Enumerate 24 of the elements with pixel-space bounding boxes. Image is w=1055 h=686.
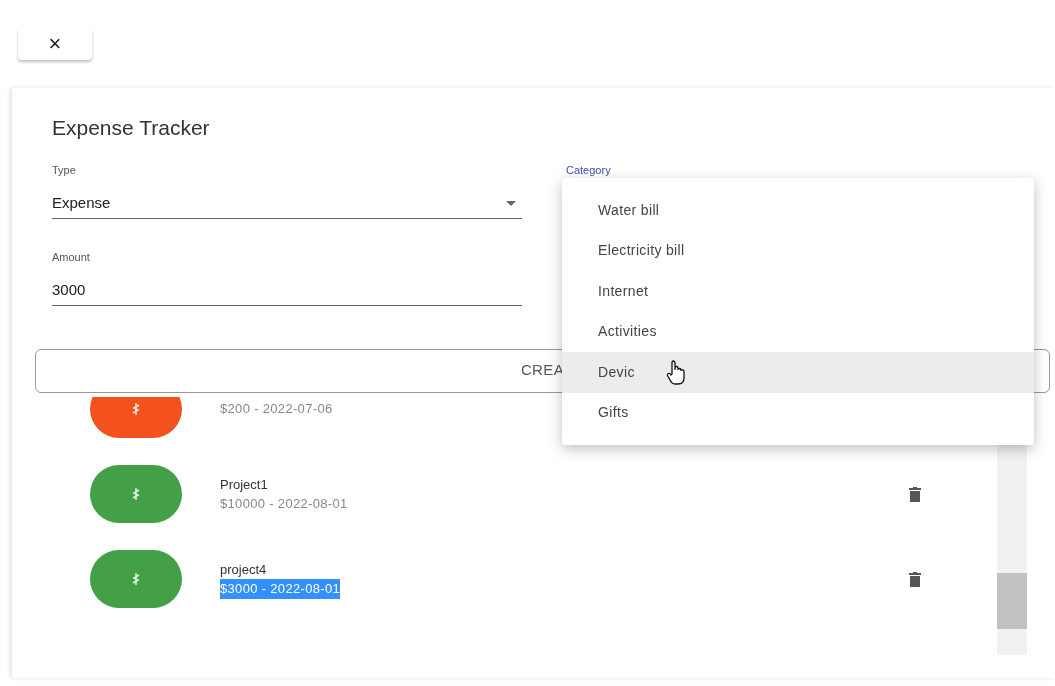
type-select[interactable]: Type Expense [52,161,522,219]
field-value: 3000 [52,280,87,300]
dropdown-caret-icon [506,200,516,206]
field-label: Category [566,162,611,178]
form-title: Expense Tracker [52,115,211,141]
menu-item[interactable]: Activities [562,311,1034,352]
amount-field[interactable]: Amount 3000 [52,248,522,306]
field-label: Amount [52,249,91,265]
menu-item[interactable]: Gifts [562,392,1034,433]
transaction-name: project4 [220,560,267,579]
transaction-details: $200 - 2022-07-06 [220,400,333,419]
menu-item[interactable]: Water bill [562,190,1034,231]
field-value: Expense [52,193,111,213]
menu-item[interactable]: Devic [562,352,1034,393]
trash-icon[interactable] [909,486,921,502]
menu-item[interactable]: Electricity bill [562,230,1034,271]
menu-item[interactable]: Internet [562,271,1034,312]
hand-cursor-icon [666,360,688,386]
transaction-name: Project1 [220,475,268,494]
field-label: Type [52,162,77,178]
transaction-details: $3000 - 2022-08-01 [220,579,341,599]
trash-icon[interactable] [909,571,921,587]
close-button[interactable]: × [18,28,92,60]
transaction-details: $10000 - 2022-08-01 [220,495,348,513]
